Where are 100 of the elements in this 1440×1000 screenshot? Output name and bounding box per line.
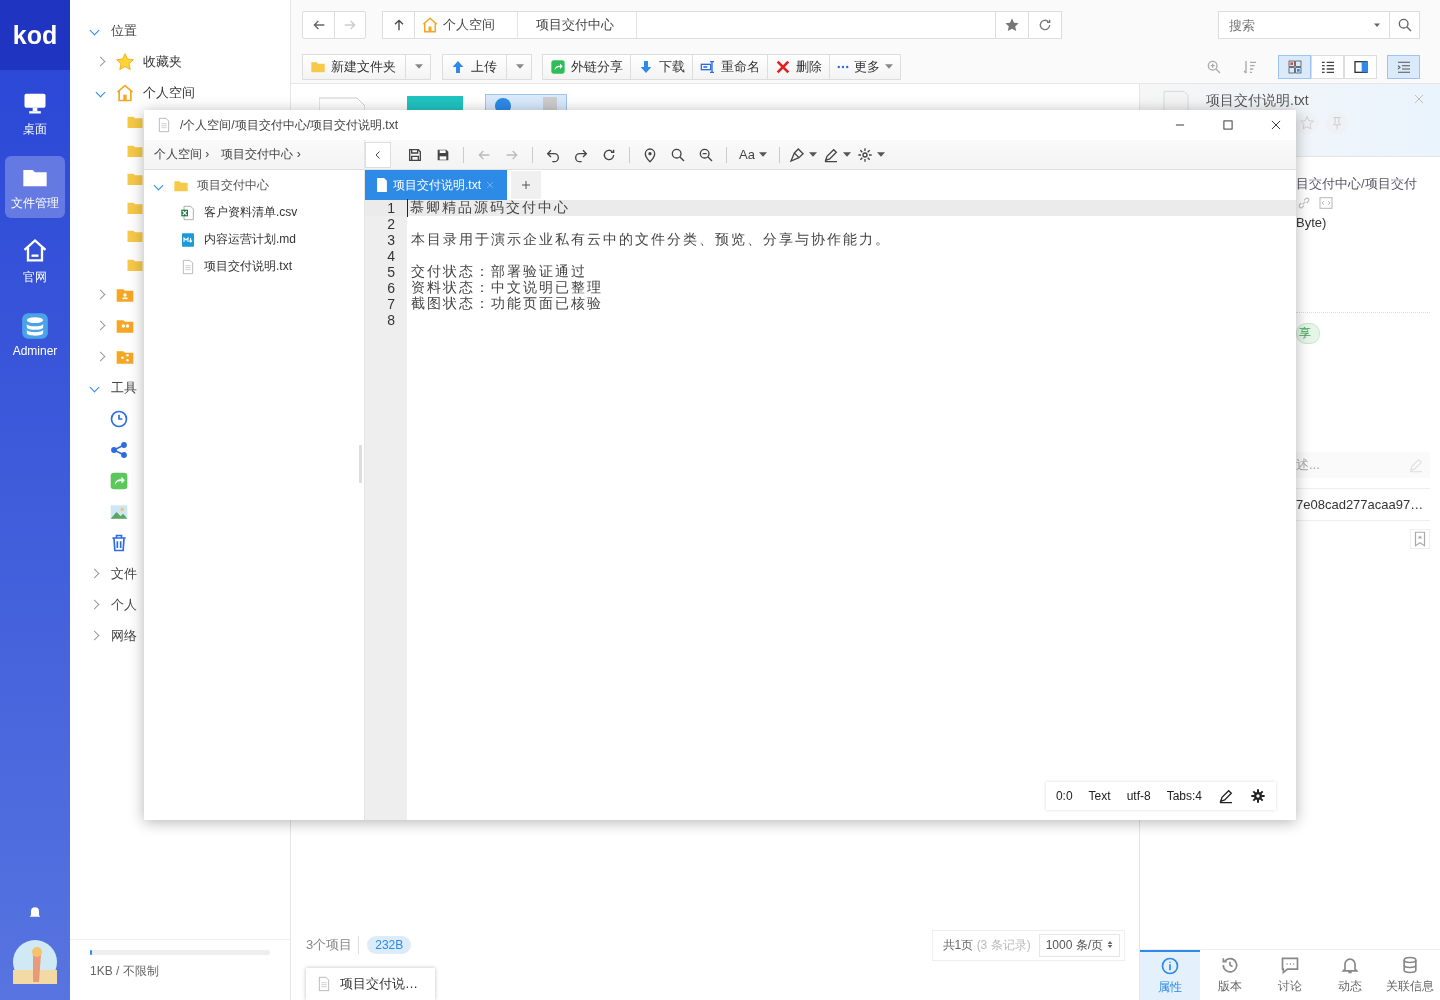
section-title[interactable]: 网络 — [111, 626, 137, 645]
code-icon[interactable] — [1318, 195, 1334, 211]
pen-icon — [822, 146, 839, 163]
per-page-select[interactable]: 1000 条/页 — [1038, 933, 1120, 957]
breadcrumb-item[interactable]: 个人空间 › — [154, 146, 210, 163]
rail-item[interactable]: Adminer — [5, 304, 65, 366]
file-thumbnail[interactable] — [319, 96, 365, 110]
trash-icon[interactable] — [109, 532, 129, 553]
download-icon — [638, 58, 654, 75]
status-item[interactable]: 0:0 — [1055, 789, 1073, 803]
line-number: 2 — [386, 216, 396, 232]
home-icon — [421, 16, 439, 34]
panel-tab[interactable]: 关联信息 — [1380, 950, 1440, 1000]
home-icon — [21, 236, 49, 265]
section-title[interactable]: 位置 — [111, 21, 137, 40]
breadcrumb-item[interactable]: 项目交付中心 — [536, 12, 637, 38]
sidebar-item[interactable]: 个人空间 — [143, 83, 195, 102]
line-number: 8 — [386, 312, 396, 328]
code-line: 交付状态：部署验证通过 — [410, 263, 587, 280]
rail-item[interactable]: 文件管理 — [5, 156, 65, 218]
list-view-button[interactable] — [1311, 54, 1344, 79]
status-item[interactable]: Tabs:4 — [1166, 789, 1202, 803]
code-line: 截图状态：功能页面已核验 — [410, 295, 603, 313]
tree-item[interactable]: 项目交付中心 — [197, 177, 269, 194]
location-icon — [642, 146, 658, 163]
gear-icon — [856, 146, 873, 163]
caret-icon — [842, 152, 851, 157]
text-file-icon — [180, 258, 196, 275]
selected-file-tile[interactable] — [485, 94, 567, 110]
rail-item[interactable]: 官网 — [5, 230, 65, 292]
share-tag: 享 — [1296, 323, 1320, 344]
panel-tab[interactable]: 版本 — [1200, 950, 1260, 1000]
share-icon[interactable] — [109, 439, 129, 460]
clock-icon[interactable] — [109, 408, 129, 429]
info-icon — [1160, 956, 1180, 976]
file-icon — [375, 178, 389, 192]
toolbar-button[interactable]: 新建文件夹 — [302, 53, 431, 80]
description-placeholder: 述... — [1296, 456, 1320, 474]
breadcrumb-item[interactable]: 项目交付中心 › — [221, 146, 301, 163]
pen-icon[interactable] — [1218, 788, 1234, 804]
link-icon[interactable] — [1296, 195, 1312, 211]
delete-icon — [775, 58, 791, 75]
breadcrumb-item[interactable]: 个人空间 — [443, 12, 518, 38]
star-icon — [115, 51, 135, 72]
bookmark-icon[interactable] — [1410, 529, 1430, 549]
close-icon[interactable] — [485, 180, 495, 190]
tree-item[interactable]: 客户资料清单.csv — [204, 204, 298, 221]
file-name: 项目交付说明.txt — [1206, 92, 1309, 110]
rail-item[interactable]: 桌面 — [5, 82, 65, 144]
status-item[interactable]: utf-8 — [1126, 789, 1151, 803]
avatar-icon[interactable] — [13, 940, 57, 984]
tree-item[interactable]: 内容运营计划.md — [204, 231, 296, 248]
brush-icon — [788, 146, 805, 163]
grid-view-button[interactable] — [1278, 54, 1311, 79]
home-icon — [115, 82, 135, 103]
caret-icon — [808, 152, 817, 157]
text-file-icon — [316, 976, 332, 992]
star-icon — [1004, 17, 1020, 33]
toolbar-button[interactable]: 下载 — [630, 53, 693, 80]
resize-handle[interactable] — [359, 445, 362, 483]
file-size: Byte) — [1296, 215, 1327, 230]
toolbar-button[interactable]: 重命名 — [692, 53, 768, 80]
taskbar-item[interactable]: 项目交付说… — [306, 968, 435, 1000]
rename-icon — [700, 58, 716, 75]
markdown-icon — [180, 231, 196, 248]
address-bar[interactable]: 个人空间 项目交付中心 — [382, 11, 1062, 39]
bell-icon[interactable] — [27, 904, 43, 920]
toolbar-button[interactable]: 更多 — [829, 53, 901, 80]
database-icon — [21, 312, 49, 340]
database-icon — [1400, 955, 1420, 975]
text-file-icon — [156, 117, 172, 133]
zoom-icon[interactable] — [1206, 58, 1222, 75]
panel-toggle-button[interactable] — [1387, 54, 1420, 79]
file-thumbnail[interactable] — [407, 96, 463, 110]
sort-icon[interactable] — [1242, 58, 1258, 75]
close-icon[interactable] — [1412, 92, 1426, 106]
section-title[interactable]: 工具 — [111, 378, 137, 397]
toolbar-button[interactable]: 删除 — [767, 53, 830, 80]
status-item[interactable]: Text — [1088, 789, 1111, 803]
spreadsheet-icon — [180, 204, 196, 221]
section-title[interactable]: 文件 — [111, 564, 137, 583]
code-line: 慕卿精品源码交付中心 — [407, 199, 570, 217]
panel-tab[interactable]: 动态 — [1320, 950, 1380, 1000]
history-icon — [1220, 955, 1240, 975]
search-icon — [1396, 17, 1413, 33]
section-title[interactable]: 个人 — [111, 595, 137, 614]
font-button[interactable]: Aa — [735, 142, 771, 167]
toolbar-button[interactable]: 上传 — [442, 53, 532, 80]
split-view-icon — [1352, 58, 1369, 75]
split-view-button[interactable] — [1344, 54, 1377, 79]
close-icon — [1269, 118, 1283, 132]
file-tab[interactable]: 项目交付说明.txt — [365, 170, 507, 200]
settings-icon[interactable] — [1250, 788, 1266, 804]
toolbar-button[interactable]: 外链分享 — [542, 53, 631, 80]
line-number: 6 — [386, 280, 396, 296]
panel-tab[interactable]: 讨论 — [1260, 950, 1320, 1000]
search-field[interactable]: 搜索 — [1218, 11, 1420, 39]
sidebar-item[interactable]: 收藏夹 — [143, 52, 182, 71]
code-line: 本目录用于演示企业私有云中的文件分类、预览、分享与协作能力。 — [410, 231, 891, 249]
tree-item[interactable]: 项目交付说明.txt — [204, 258, 292, 275]
